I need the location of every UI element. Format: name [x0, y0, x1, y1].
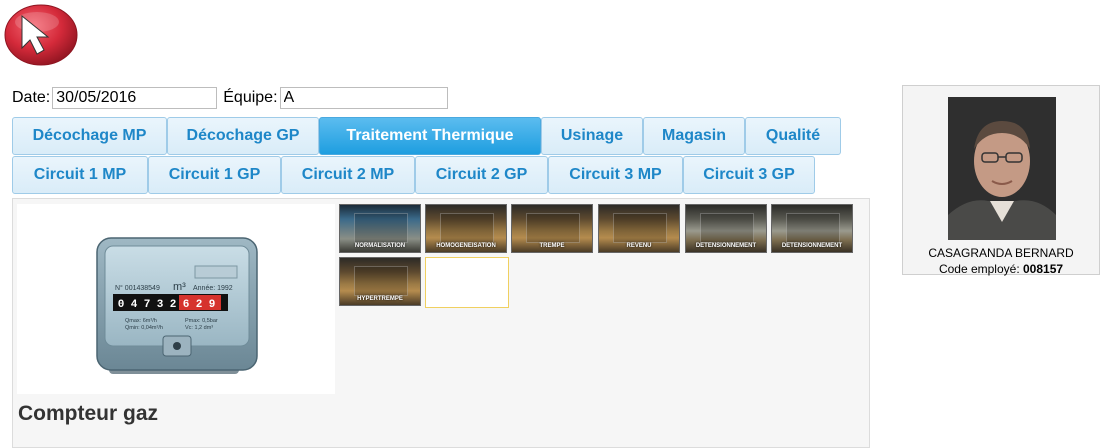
tab-decochage-mp[interactable]: Décochage MP	[12, 117, 167, 155]
meter-unit: m³	[173, 281, 186, 293]
furnace-image	[700, 213, 754, 243]
thumbnail-normalisation[interactable]: NORMALISATION	[339, 204, 421, 253]
team-field[interactable]	[279, 87, 448, 109]
date-field[interactable]	[52, 87, 218, 109]
employee-code-label: Code employé:	[938, 262, 1020, 276]
meter-digit: 3	[157, 299, 164, 311]
tab-circuit-2-mp[interactable]: Circuit 2 MP	[281, 156, 415, 194]
meter-year: Année: 1992	[193, 285, 233, 292]
tab-traitement-thermique[interactable]: Traitement Thermique	[319, 117, 541, 155]
thumbnail-caption: NORMALISATION	[354, 243, 406, 249]
meter-digit-red: 2	[196, 299, 203, 311]
employee-photo	[948, 97, 1056, 240]
tab-decochage-gp[interactable]: Décochage GP	[167, 117, 319, 155]
employee-name: CASAGRANDA BERNARD	[928, 246, 1074, 260]
thumbnail-caption: TREMPE	[539, 243, 565, 249]
department-tabs: Décochage MP Décochage GP Traitement The…	[12, 117, 841, 155]
meter-digit: 7	[144, 299, 151, 311]
meter-pmax: Pmax: 0,5bar	[185, 318, 218, 324]
thumbnail-caption: REVENU	[626, 243, 652, 249]
thumbnail-detensionnement[interactable]: DETENSIONNEMENT	[685, 204, 767, 253]
tab-circuit-1-gp[interactable]: Circuit 1 GP	[148, 156, 281, 194]
thumbnail-detensionnement[interactable]: DETENSIONNEMENT	[771, 204, 853, 253]
circuit-tabs: Circuit 1 MP Circuit 1 GP Circuit 2 MP C…	[12, 156, 815, 194]
tab-usinage[interactable]: Usinage	[541, 117, 643, 155]
meter-digit: 0	[118, 299, 125, 311]
team-label: Équipe:	[223, 89, 278, 106]
tab-circuit-3-mp[interactable]: Circuit 3 MP	[548, 156, 683, 194]
thumbnail-hypertrempe[interactable]: HYPERTREMPE	[339, 257, 421, 306]
thumbnail-caption: DETENSIONNEMENT	[781, 243, 843, 249]
thumbnail-trempe[interactable]: TREMPE	[511, 204, 593, 253]
thumbnail-revenu[interactable]: REVENU	[598, 204, 680, 253]
back-arrow-icon	[4, 4, 78, 66]
furnace-image	[786, 213, 840, 243]
furnace-image	[354, 266, 408, 296]
tab-circuit-1-mp[interactable]: Circuit 1 MP	[12, 156, 148, 194]
employee-card: CASAGRANDA BERNARD Code employé: 008157	[902, 85, 1100, 276]
furnace-image	[526, 213, 580, 243]
meter-title: Compteur gaz	[18, 402, 159, 425]
meter-qmax: Qmax: 6m³/h	[125, 318, 157, 324]
furnace-image	[354, 213, 408, 243]
furnace-image	[440, 213, 494, 243]
furnace-image	[613, 213, 667, 243]
tab-magasin[interactable]: Magasin	[643, 117, 745, 155]
tab-qualite[interactable]: Qualité	[745, 117, 841, 155]
meter-digit-red: 6	[183, 299, 190, 311]
meter-digit: 4	[131, 299, 138, 311]
employee-code-value: 008157	[1023, 262, 1064, 276]
thumbnail-homogeneisation[interactable]: HOMOGENEISATION	[425, 204, 507, 253]
date-team-row: Date: Équipe:	[12, 85, 448, 111]
tab-circuit-3-gp[interactable]: Circuit 3 GP	[683, 156, 815, 194]
person-photo-icon	[948, 97, 1056, 240]
meter-serial: N° 001438549	[115, 284, 160, 292]
thumbnail-caption: DETENSIONNEMENT	[695, 243, 757, 249]
tab-circuit-2-gp[interactable]: Circuit 2 GP	[415, 156, 548, 194]
thumbnail-caption: HYPERTREMPE	[357, 296, 403, 302]
meter-qmin: Qmin: 0,04m³/h	[125, 325, 163, 331]
meter-vc: Vc: 1,2 dm³	[185, 325, 213, 331]
gas-meter-icon: N° 001438549 m³ Année: 1992 0 4 7 3 2 6 …	[96, 237, 258, 374]
thumbnail-empty-slot[interactable]	[425, 257, 509, 308]
meter-digit-red: 9	[209, 299, 216, 311]
meter-digit: 2	[170, 299, 177, 311]
employee-code: Code employé: 008157	[903, 262, 1099, 276]
date-label: Date:	[12, 89, 51, 106]
gas-meter-image: N° 001438549 m³ Année: 1992 0 4 7 3 2 6 …	[17, 204, 335, 394]
back-button[interactable]	[4, 4, 78, 66]
thumbnail-caption: HOMOGENEISATION	[436, 243, 496, 249]
